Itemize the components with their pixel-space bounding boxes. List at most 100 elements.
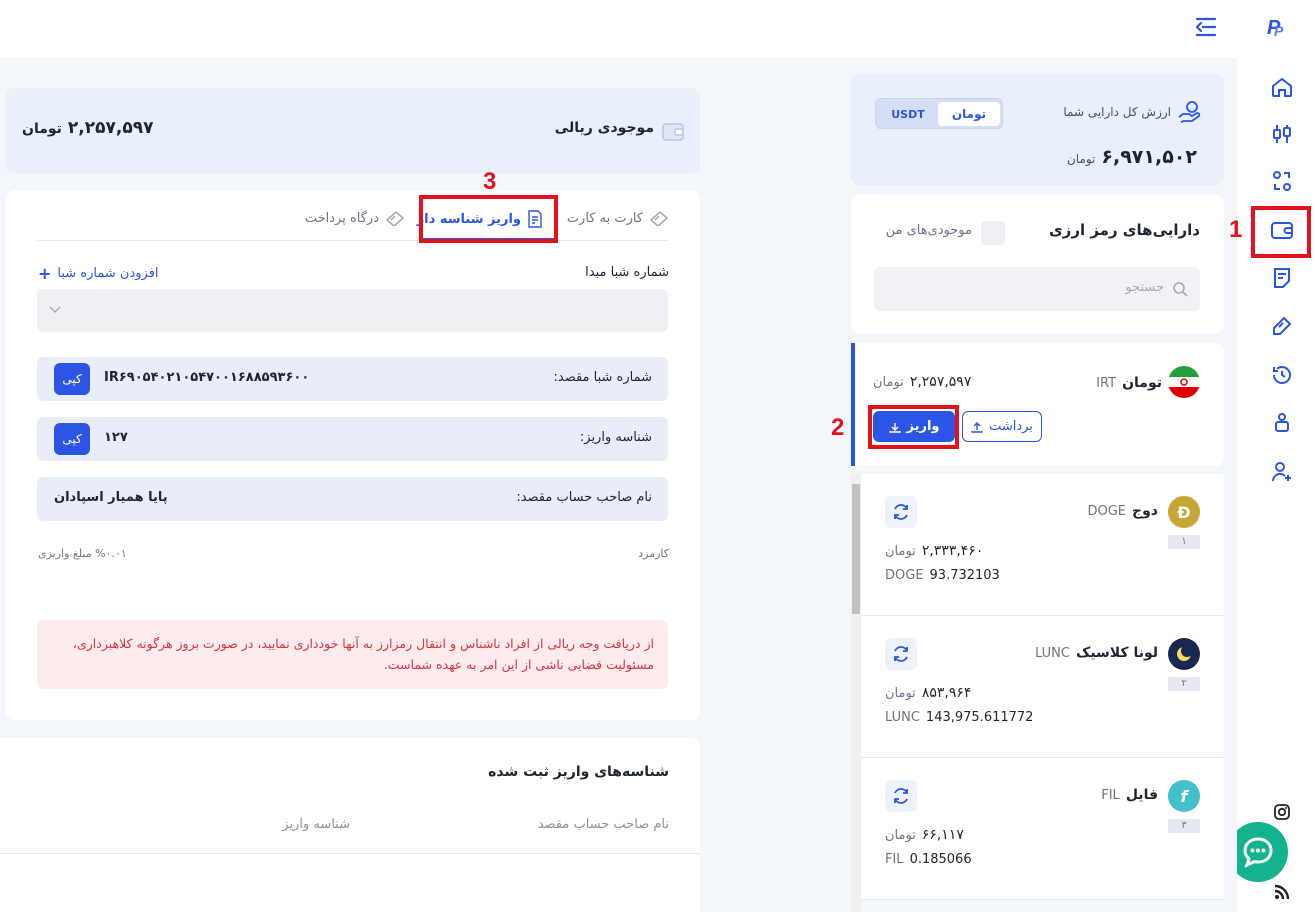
- coin-amount-value: 0.185066: [909, 852, 972, 867]
- coin-toman-value: ۸۵۳,۹۶۴ تومان: [885, 685, 971, 701]
- refresh-button[interactable]: [885, 638, 917, 670]
- coin-amount: LUNC 143,975.611772: [885, 710, 1033, 725]
- rial-balance-label: موجودی ریالی: [554, 120, 654, 136]
- ticket-icon[interactable]: [1267, 311, 1297, 341]
- rss-icon[interactable]: [1267, 877, 1297, 907]
- coin-name-fa: لونا کلاسیک: [1075, 645, 1158, 661]
- chat-support-button[interactable]: [1228, 822, 1288, 882]
- search-placeholder: جستجو: [1125, 280, 1164, 295]
- coin-rank: ۳: [1168, 819, 1200, 833]
- tab-id-deposit[interactable]: واریز شناسه دار: [417, 210, 543, 228]
- dest-sheba-label: شماره شبا مقصد:: [553, 370, 652, 385]
- copy-id-button[interactable]: کپی: [54, 423, 90, 455]
- warning-box: از دریافت وجه ریالی از افراد ناشناس و ان…: [37, 620, 668, 689]
- iran-flag-icon: [1168, 366, 1200, 398]
- dest-sheba-row: شماره شبا مقصد: IR۶۹۰۵۴۰۲۱۰۵۴۷۰۰۱۶۸۸۵۹۳۶…: [37, 357, 668, 401]
- search-input[interactable]: جستجو: [874, 267, 1200, 311]
- history-icon[interactable]: [1267, 360, 1297, 390]
- candlestick-icon[interactable]: [1267, 119, 1297, 149]
- refresh-button[interactable]: [885, 496, 917, 528]
- chat-icon: [1243, 837, 1273, 868]
- download-icon: [888, 422, 901, 433]
- logo-icon[interactable]: PP: [1264, 12, 1292, 40]
- account-owner-row: نام صاحب حساب مقصد: پایا همیار اسپادان: [37, 477, 668, 521]
- col-deposit-id: شناسه واریز: [282, 817, 350, 832]
- deposit-id-row: شناسه واریز: ۱۲۷ کپی: [37, 417, 668, 461]
- coin-name: فایل FIL: [1101, 787, 1158, 803]
- active-tab-indicator: [420, 238, 557, 241]
- source-sheba-select[interactable]: [37, 289, 668, 332]
- source-sheba-label: شماره شبا مبدا: [585, 265, 669, 280]
- deposit-id-label: شناسه واریز:: [579, 430, 652, 445]
- top-bar: [0, 0, 1237, 58]
- tabs-divider: [37, 240, 668, 241]
- coin-symbol: DOGE: [1087, 504, 1127, 519]
- instagram-icon[interactable]: [1267, 797, 1297, 827]
- exchange-icon[interactable]: [1267, 166, 1297, 196]
- my-balances-checkbox[interactable]: [981, 221, 1005, 245]
- coin-symbol: FIL: [1101, 788, 1120, 803]
- coin-amount-value: 143,975.611772: [925, 710, 1034, 725]
- refresh-icon: [894, 504, 908, 520]
- coin-unit: تومان: [885, 828, 916, 843]
- coin-amount-value: 93.732103: [929, 568, 1000, 583]
- toggle-toman[interactable]: تومان: [938, 102, 1000, 126]
- coin-name-fa: فایل: [1125, 787, 1158, 803]
- toman-asset-name: تومان IRT: [1096, 375, 1162, 391]
- withdraw-button[interactable]: برداشت: [962, 411, 1042, 442]
- toman-balance-value: ۲,۲۵۷,۵۹۷: [909, 374, 972, 390]
- refresh-button[interactable]: [885, 780, 917, 812]
- toman-asset-card: [851, 343, 1224, 466]
- table-header-divider: [0, 853, 700, 854]
- refresh-icon: [894, 646, 908, 662]
- card-icon: [649, 211, 669, 226]
- collapse-menu-icon[interactable]: [1191, 13, 1221, 41]
- coin-row-doge[interactable]: Ð دوج DOGE ۱ ۲,۳۳۳,۴۶۰ تومان DOGE 93.732…: [861, 474, 1224, 616]
- chevron-down-icon: [49, 306, 61, 313]
- coin-amount: FIL 0.185066: [885, 852, 972, 867]
- rial-value: ۲,۲۵۷,۵۹۷: [67, 118, 154, 138]
- orders-icon[interactable]: [1267, 263, 1297, 293]
- tab-card-to-card[interactable]: کارت به کارت: [567, 210, 669, 226]
- coin-unit: تومان: [885, 686, 916, 701]
- coin-toman-value: ۲,۳۳۳,۴۶۰ تومان: [885, 543, 983, 559]
- money-hand-icon: [1176, 99, 1202, 125]
- add-sheba-label: افزودن شماره شبا: [57, 266, 159, 281]
- lunc-icon: [1168, 638, 1200, 670]
- my-balances-label: موجودی‌های من: [885, 223, 972, 238]
- coin-value: ۸۵۳,۹۶۴: [921, 685, 972, 701]
- coin-list-scrollbar[interactable]: [851, 474, 861, 912]
- coin-amount-symbol: FIL: [885, 852, 904, 867]
- tab-id-deposit-label: واریز شناسه دار: [416, 211, 521, 227]
- coin-amount-symbol: DOGE: [885, 568, 924, 583]
- wallet-card-icon: [660, 118, 686, 144]
- coin-row-lunc[interactable]: لونا کلاسیک LUNC ۲ ۸۵۳,۹۶۴ تومان LUNC 14…: [861, 616, 1224, 758]
- coin-toman-value: ۶۶,۱۱۷ تومان: [885, 827, 964, 843]
- fil-icon: f: [1168, 780, 1200, 812]
- coin-name-fa: دوج: [1132, 503, 1158, 519]
- add-sheba-link[interactable]: افزودن شماره شبا +: [38, 264, 159, 283]
- rial-unit: تومان: [22, 121, 62, 137]
- total-assets-card: [851, 74, 1224, 185]
- coin-row-fil[interactable]: f فایل FIL ۳ ۶۶,۱۱۷ تومان FIL 0.185066: [861, 758, 1224, 900]
- user-add-icon[interactable]: [1267, 457, 1297, 487]
- search-icon: [1173, 282, 1188, 297]
- total-assets-value: ۶,۹۷۱,۵۰۲ تومان: [1067, 146, 1197, 168]
- copy-sheba-button[interactable]: کپی: [54, 363, 90, 395]
- coin-amount: DOGE 93.732103: [885, 568, 1000, 583]
- toggle-usdt[interactable]: USDT: [880, 102, 936, 126]
- gateway-icon: [385, 211, 405, 226]
- crypto-assets-card: [851, 195, 1224, 333]
- coin-rank: ۲: [1168, 677, 1200, 691]
- dest-sheba-value: IR۶۹۰۵۴۰۲۱۰۵۴۷۰۰۱۶۸۸۵۹۳۶۰۰: [104, 370, 310, 385]
- scrollbar-thumb[interactable]: [852, 484, 860, 614]
- home-icon[interactable]: [1267, 72, 1297, 102]
- account-owner-value: پایا همیار اسپادان: [54, 490, 168, 505]
- doge-icon: Ð: [1168, 496, 1200, 528]
- referral-icon[interactable]: [1267, 407, 1297, 437]
- deposit-id-value: ۱۲۷: [104, 430, 128, 445]
- total-assets-label: ارزش کل دارایی شما: [1063, 105, 1171, 119]
- tab-payment-gateway[interactable]: درگاه پرداخت: [305, 210, 405, 226]
- wallet-icon[interactable]: [1267, 215, 1297, 245]
- deposit-button[interactable]: واریز: [873, 411, 955, 442]
